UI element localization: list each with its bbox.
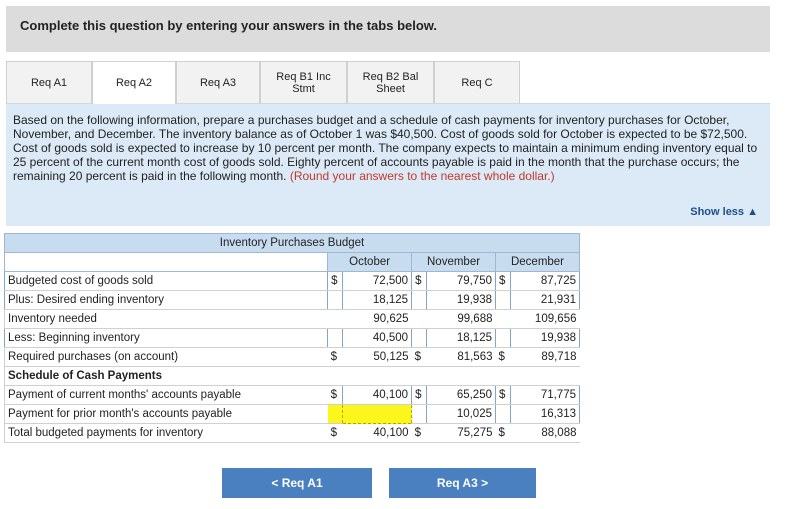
table-title-row: Inventory Purchases Budget bbox=[4, 233, 580, 253]
table-row: Plus: Desired ending inventory 18,125 19… bbox=[3, 290, 581, 310]
section-row: Schedule of Cash Payments bbox=[3, 366, 580, 386]
value-cell[interactable]: 79,750 bbox=[425, 271, 497, 291]
tab-req-a1[interactable]: Req A1 bbox=[6, 61, 92, 103]
col-december: December bbox=[495, 252, 580, 272]
value-cell[interactable]: 16,313 bbox=[509, 404, 581, 424]
tab-bar: Req A1 Req A2 Req A3 Req B1 Inc Stmt Req… bbox=[6, 61, 770, 104]
header-title: Complete this question by entering your … bbox=[20, 18, 438, 33]
value-cell[interactable]: 18,125 bbox=[425, 328, 497, 348]
question-header: Complete this question by entering your … bbox=[6, 6, 770, 52]
table-row: Payment for prior month's accounts payab… bbox=[3, 404, 581, 424]
tab-req-a3[interactable]: Req A3 bbox=[176, 61, 260, 103]
tab-req-c[interactable]: Req C bbox=[434, 61, 520, 103]
value-cell: 75,275 bbox=[426, 423, 496, 443]
row-label[interactable]: Less: Beginning inventory bbox=[3, 328, 329, 348]
row-label: Inventory needed bbox=[3, 309, 328, 329]
col-november: November bbox=[411, 252, 496, 272]
tab-req-b2[interactable]: Req B2 Bal Sheet bbox=[347, 61, 434, 103]
next-button[interactable]: Req A3 > bbox=[389, 468, 536, 498]
value-cell: 81,563 bbox=[426, 347, 496, 367]
table-row: Budgeted cost of goods sold $ 72,500 $ 7… bbox=[3, 271, 581, 291]
value-cell[interactable]: 40,500 bbox=[341, 328, 413, 348]
show-less-link[interactable]: Show less ▲ bbox=[690, 206, 758, 218]
value-cell[interactable]: 40,100 bbox=[341, 385, 413, 405]
value-cell: 90,625 bbox=[342, 309, 412, 329]
value-cell[interactable]: 10,025 bbox=[425, 404, 497, 424]
table-header-row: October November December bbox=[3, 252, 580, 272]
instructions-panel: Based on the following information, prep… bbox=[6, 103, 770, 226]
row-label: Total budgeted payments for inventory bbox=[3, 423, 328, 443]
tab-req-a2[interactable]: Req A2 bbox=[92, 61, 176, 104]
row-label: Payment for prior month's accounts payab… bbox=[3, 404, 328, 424]
empty-answer-cell[interactable] bbox=[341, 404, 413, 424]
table-row: Less: Beginning inventory 40,500 18,125 … bbox=[3, 328, 581, 348]
value-cell: 99,688 bbox=[426, 309, 496, 329]
rounding-note: (Round your answers to the nearest whole… bbox=[289, 169, 555, 183]
value-cell[interactable]: 87,725 bbox=[509, 271, 581, 291]
value-cell[interactable]: 65,250 bbox=[425, 385, 497, 405]
value-cell[interactable]: 19,938 bbox=[509, 328, 581, 348]
row-label[interactable]: Budgeted cost of goods sold bbox=[3, 271, 329, 291]
row-label[interactable]: Plus: Desired ending inventory bbox=[3, 290, 329, 310]
value-cell: 109,656 bbox=[510, 309, 580, 329]
value-cell: 88,088 bbox=[510, 423, 580, 443]
purchases-budget-table: Inventory Purchases Budget October Novem… bbox=[3, 233, 581, 443]
value-cell[interactable]: 21,931 bbox=[509, 290, 581, 310]
table-row: Inventory needed 90,625 99,688 109,656 bbox=[3, 309, 580, 329]
table-title: Inventory Purchases Budget bbox=[4, 233, 580, 253]
value-cell: 50,125 bbox=[342, 347, 412, 367]
value-cell: 89,718 bbox=[510, 347, 580, 367]
value-cell[interactable]: 18,125 bbox=[341, 290, 413, 310]
row-label: Payment of current months' accounts paya… bbox=[3, 385, 328, 405]
table-row: Payment of current months' accounts paya… bbox=[3, 385, 581, 405]
row-label: Required purchases (on account) bbox=[3, 347, 328, 367]
value-cell[interactable]: 19,938 bbox=[425, 290, 497, 310]
table-row: Required purchases (on account) $ 50,125… bbox=[3, 347, 580, 367]
instructions-text: Based on the following information, prep… bbox=[13, 113, 758, 183]
prev-button[interactable]: < Req A1 bbox=[222, 468, 372, 498]
tab-req-b1[interactable]: Req B1 Inc Stmt bbox=[260, 61, 347, 103]
section-heading: Schedule of Cash Payments bbox=[3, 366, 328, 386]
table-row: Total budgeted payments for inventory $ … bbox=[3, 423, 580, 443]
col-october: October bbox=[327, 252, 413, 272]
value-cell[interactable]: 72,500 bbox=[341, 271, 413, 291]
value-cell: 40,100 bbox=[342, 423, 412, 443]
value-cell[interactable]: 71,775 bbox=[509, 385, 581, 405]
